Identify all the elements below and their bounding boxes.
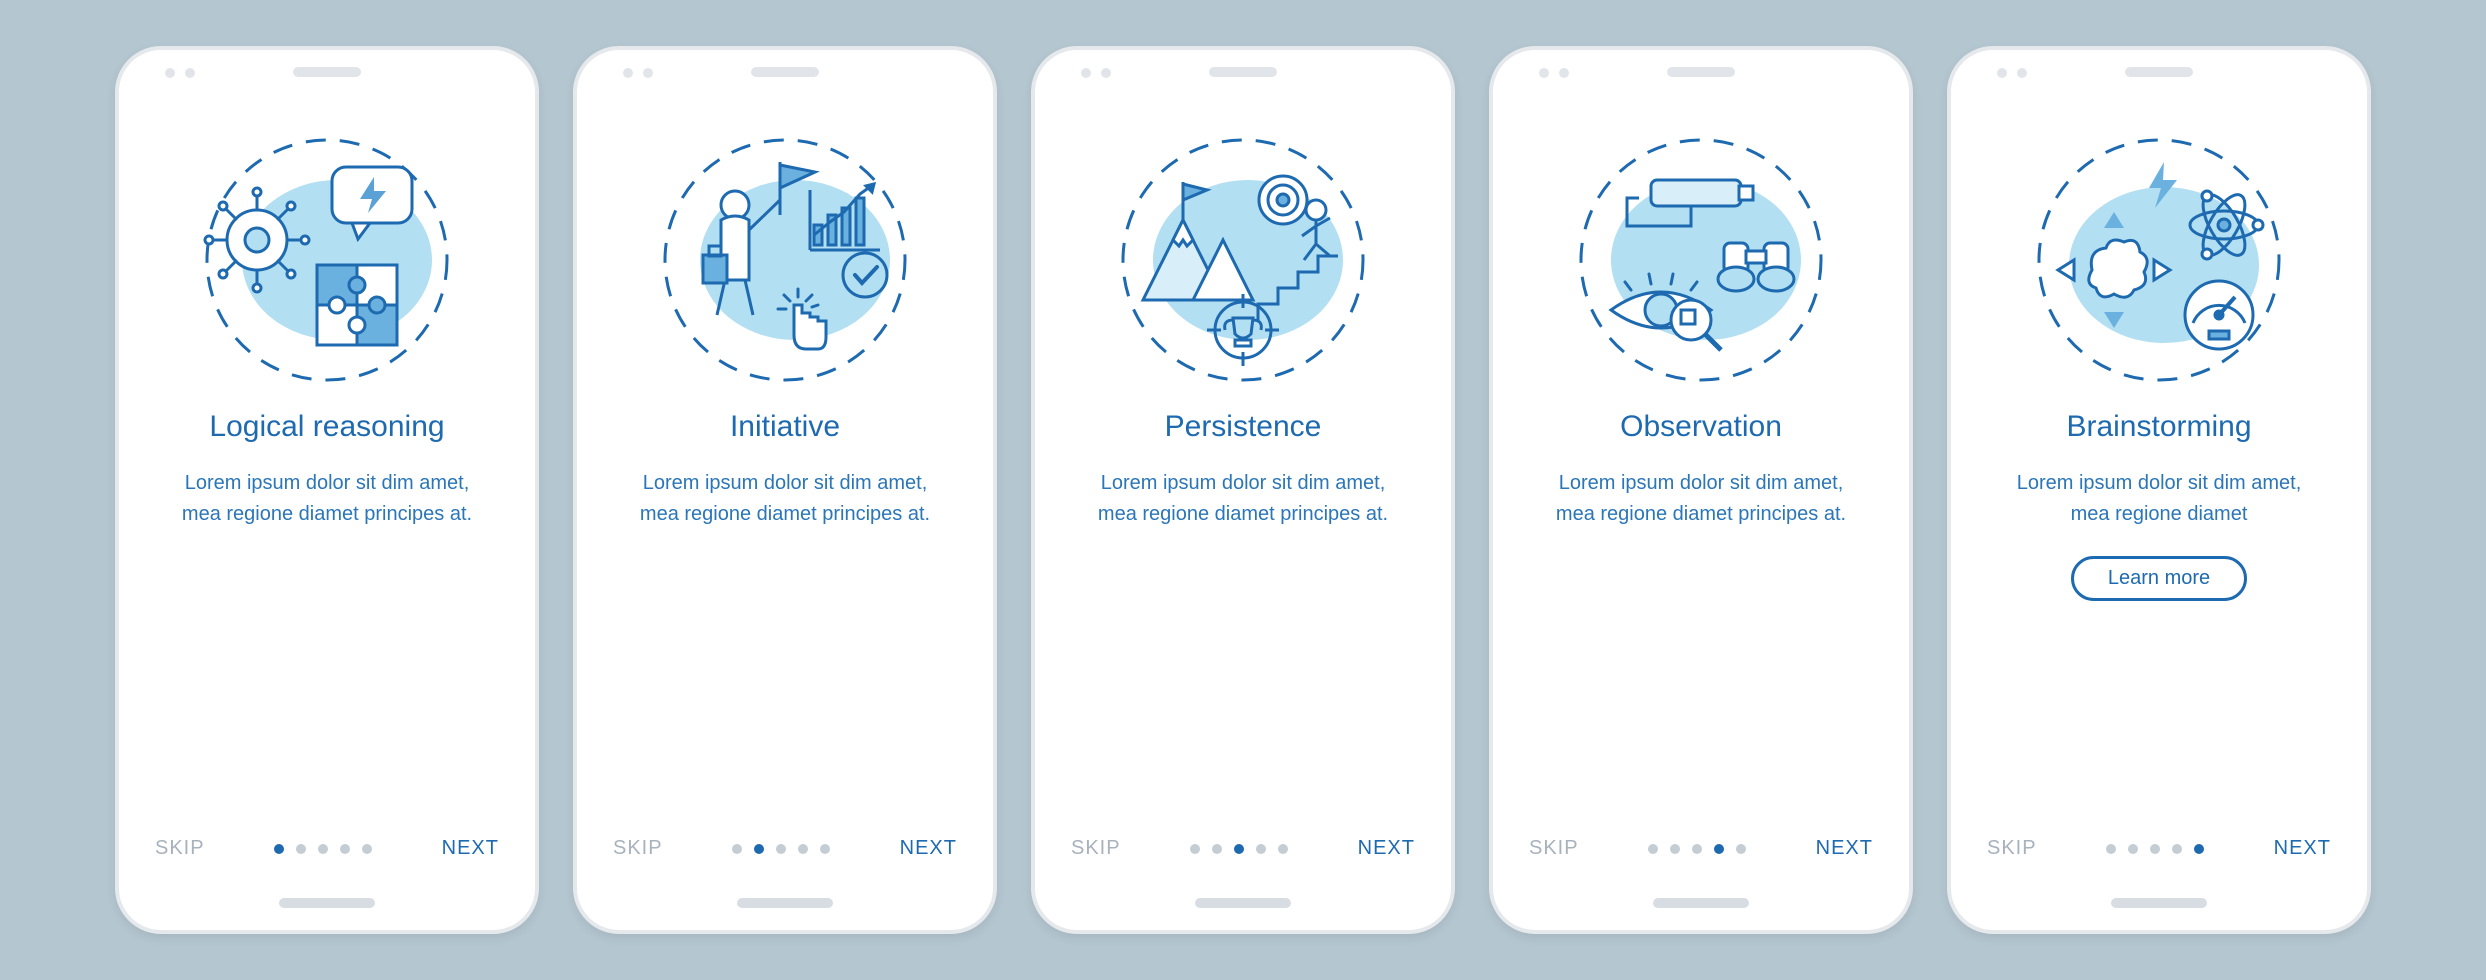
screen-desc: Lorem ipsum dolor sit dim amet, mea regi…	[167, 468, 487, 530]
phone-frame-persistence: Persistence Lorem ipsum dolor sit dim am…	[1031, 46, 1455, 934]
skip-button[interactable]: SKIP	[613, 837, 663, 860]
phone-sensors	[165, 68, 195, 78]
learn-more-button[interactable]: Learn more	[2071, 556, 2247, 601]
screen-title: Persistence	[1165, 410, 1322, 444]
pagination-dot[interactable]	[1256, 844, 1266, 854]
eye-camera-binoculars-icon	[1571, 130, 1831, 390]
onboarding-screens-row: Logical reasoning Lorem ipsum dolor sit …	[85, 16, 2401, 964]
pagination-dot[interactable]	[340, 844, 350, 854]
person-flag-chart-icon	[655, 130, 915, 390]
pagination-dot[interactable]	[274, 844, 284, 854]
phone-earpiece	[1209, 67, 1277, 77]
pagination-dots	[1648, 844, 1746, 854]
skip-button[interactable]: SKIP	[1071, 837, 1121, 860]
pagination-dot[interactable]	[1278, 844, 1288, 854]
pagination-dot[interactable]	[1692, 844, 1702, 854]
skip-button[interactable]: SKIP	[1987, 837, 2037, 860]
skip-button[interactable]: SKIP	[155, 837, 205, 860]
nav-bar: SKIP NEXT	[1071, 837, 1415, 860]
pagination-dot[interactable]	[2172, 844, 2182, 854]
nav-bar: SKIP NEXT	[1987, 837, 2331, 860]
skip-button[interactable]: SKIP	[1529, 837, 1579, 860]
pagination-dots	[274, 844, 372, 854]
phone-frame-brainstorming: Brainstorming Lorem ipsum dolor sit dim …	[1947, 46, 2371, 934]
next-button[interactable]: NEXT	[1816, 837, 1873, 860]
pagination-dot[interactable]	[776, 844, 786, 854]
next-button[interactable]: NEXT	[900, 837, 957, 860]
phone-frame-observation: Observation Lorem ipsum dolor sit dim am…	[1489, 46, 1913, 934]
next-button[interactable]: NEXT	[1358, 837, 1415, 860]
pagination-dot[interactable]	[754, 844, 764, 854]
brain-atom-gauge-icon	[2029, 130, 2289, 390]
screen-title: Initiative	[730, 410, 840, 444]
phone-earpiece	[2125, 67, 2193, 77]
next-button[interactable]: NEXT	[2274, 837, 2331, 860]
nav-bar: SKIP NEXT	[155, 837, 499, 860]
pagination-dot[interactable]	[732, 844, 742, 854]
mountain-stairs-trophy-icon	[1113, 130, 1373, 390]
pagination-dot[interactable]	[1190, 844, 1200, 854]
pagination-dot[interactable]	[1212, 844, 1222, 854]
phone-sensors	[623, 68, 653, 78]
pagination-dot[interactable]	[798, 844, 808, 854]
home-indicator	[1195, 898, 1291, 908]
pagination-dots	[1190, 844, 1288, 854]
pagination-dot[interactable]	[2106, 844, 2116, 854]
pagination-dots	[732, 844, 830, 854]
screen-title: Observation	[1620, 410, 1782, 444]
phone-earpiece	[293, 67, 361, 77]
pagination-dots	[2106, 844, 2204, 854]
pagination-dot[interactable]	[362, 844, 372, 854]
phone-sensors	[1081, 68, 1111, 78]
phone-frame-logical-reasoning: Logical reasoning Lorem ipsum dolor sit …	[115, 46, 539, 934]
phone-frame-initiative: Initiative Lorem ipsum dolor sit dim ame…	[573, 46, 997, 934]
phone-earpiece	[1667, 67, 1735, 77]
pagination-dot[interactable]	[2128, 844, 2138, 854]
phone-sensors	[1539, 68, 1569, 78]
gear-puzzle-bolt-icon	[197, 130, 457, 390]
next-button[interactable]: NEXT	[442, 837, 499, 860]
home-indicator	[1653, 898, 1749, 908]
home-indicator	[2111, 898, 2207, 908]
pagination-dot[interactable]	[1736, 844, 1746, 854]
pagination-dot[interactable]	[2194, 844, 2204, 854]
nav-bar: SKIP NEXT	[613, 837, 957, 860]
pagination-dot[interactable]	[1714, 844, 1724, 854]
pagination-dot[interactable]	[318, 844, 328, 854]
pagination-dot[interactable]	[1648, 844, 1658, 854]
screen-title: Brainstorming	[2066, 410, 2251, 444]
pagination-dot[interactable]	[820, 844, 830, 854]
nav-bar: SKIP NEXT	[1529, 837, 1873, 860]
phone-earpiece	[751, 67, 819, 77]
pagination-dot[interactable]	[296, 844, 306, 854]
pagination-dot[interactable]	[2150, 844, 2160, 854]
pagination-dot[interactable]	[1234, 844, 1244, 854]
screen-desc: Lorem ipsum dolor sit dim amet, mea regi…	[1541, 468, 1861, 530]
screen-desc: Lorem ipsum dolor sit dim amet, mea regi…	[1083, 468, 1403, 530]
pagination-dot[interactable]	[1670, 844, 1680, 854]
screen-desc: Lorem ipsum dolor sit dim amet, mea regi…	[625, 468, 945, 530]
home-indicator	[279, 898, 375, 908]
phone-sensors	[1997, 68, 2027, 78]
screen-desc: Lorem ipsum dolor sit dim amet, mea regi…	[1999, 468, 2319, 530]
screen-title: Logical reasoning	[209, 410, 444, 444]
home-indicator	[737, 898, 833, 908]
